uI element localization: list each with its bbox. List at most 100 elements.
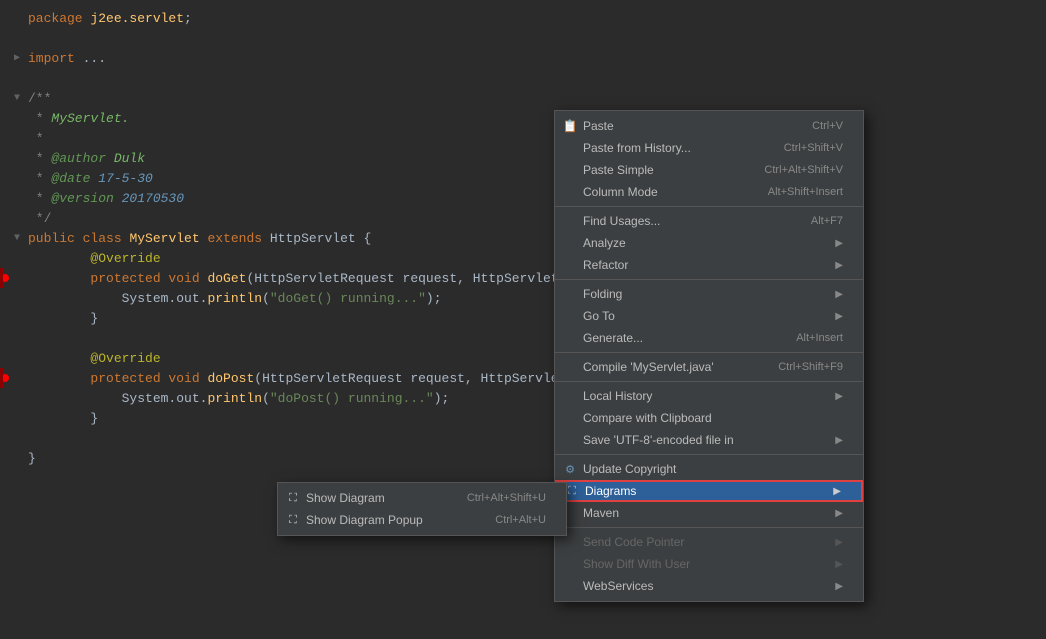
menu-item-paste-history[interactable]: Paste from History... Ctrl+Shift+V — [555, 137, 863, 159]
menu-item-generate-shortcut: Alt+Insert — [796, 332, 843, 344]
menu-item-local-history[interactable]: Local History ▶ — [555, 385, 863, 407]
menu-item-column-mode[interactable]: Column Mode Alt+Shift+Insert — [555, 181, 863, 203]
menu-item-paste-history-shortcut: Ctrl+Shift+V — [784, 142, 843, 154]
menu-item-maven[interactable]: Maven ▶ — [555, 502, 863, 524]
menu-item-refactor[interactable]: Refactor ▶ — [555, 254, 863, 276]
diagrams-submenu: ⛶ Show Diagram Ctrl+Alt+Shift+U ⛶ Show D… — [277, 482, 567, 536]
code-line-12: ▼ public class MyServlet extends HttpSer… — [0, 228, 1046, 248]
submenu-item-show-diagram-label: Show Diagram — [306, 491, 447, 505]
send-code-pointer-arrow: ▶ — [835, 537, 843, 548]
refactor-arrow: ▶ — [835, 260, 843, 271]
submenu-item-show-diagram[interactable]: ⛶ Show Diagram Ctrl+Alt+Shift+U — [278, 487, 566, 509]
menu-item-save-encoded-label: Save 'UTF-8'-encoded file in — [583, 433, 835, 447]
menu-item-save-encoded[interactable]: Save 'UTF-8'-encoded file in ▶ — [555, 429, 863, 451]
submenu-item-show-diagram-popup-label: Show Diagram Popup — [306, 513, 475, 527]
menu-item-paste-simple-label: Paste Simple — [583, 163, 744, 177]
menu-item-refactor-label: Refactor — [583, 258, 835, 272]
separator-1 — [555, 206, 863, 207]
show-diagram-icon: ⛶ — [284, 492, 302, 505]
code-line-21: } — [0, 408, 1046, 428]
fold-icon-class[interactable]: ▼ — [14, 233, 20, 244]
menu-item-show-diff-user: Show Diff With User ▶ — [555, 553, 863, 575]
menu-item-paste-label: Paste — [583, 119, 792, 133]
code-line-4 — [0, 68, 1046, 88]
separator-6 — [555, 527, 863, 528]
folding-arrow: ▶ — [835, 289, 843, 300]
menu-item-update-copyright-label: Update Copyright — [583, 462, 843, 476]
code-line-14: protected void doGet(HttpServletRequest … — [0, 268, 1046, 288]
menu-item-send-code-pointer-label: Send Code Pointer — [583, 535, 835, 549]
menu-item-compare-clipboard-label: Compare with Clipboard — [583, 411, 843, 425]
fold-icon[interactable]: ▶ — [14, 52, 20, 64]
code-line-8: * @author Dulk — [0, 148, 1046, 168]
code-line-1: package j2ee.servlet; — [0, 8, 1046, 28]
copyright-icon: ⚙ — [561, 463, 579, 476]
menu-item-analyze[interactable]: Analyze ▶ — [555, 232, 863, 254]
code-line-17 — [0, 328, 1046, 348]
code-line-20: System.out.println("doPost() running..."… — [0, 388, 1046, 408]
menu-item-maven-label: Maven — [583, 506, 835, 520]
menu-item-folding[interactable]: Folding ▶ — [555, 283, 863, 305]
menu-item-column-mode-label: Column Mode — [583, 185, 748, 199]
breakpoint-stripe-2 — [0, 368, 3, 388]
code-line-5: ▼ /** — [0, 88, 1046, 108]
menu-item-compile-label: Compile 'MyServlet.java' — [583, 360, 758, 374]
code-editor: package j2ee.servlet; ▶ import ... ▼ /**… — [0, 0, 1046, 639]
code-line-11: */ — [0, 208, 1046, 228]
webservices-arrow: ▶ — [835, 581, 843, 592]
menu-item-paste-simple[interactable]: Paste Simple Ctrl+Alt+Shift+V — [555, 159, 863, 181]
menu-item-find-usages-label: Find Usages... — [583, 214, 791, 228]
code-line-3: ▶ import ... — [0, 48, 1046, 68]
code-line-15: System.out.println("doGet() running...")… — [0, 288, 1046, 308]
save-encoded-arrow: ▶ — [835, 435, 843, 446]
menu-item-diagrams-label: Diagrams — [585, 484, 833, 498]
code-line-16: } — [0, 308, 1046, 328]
menu-item-webservices[interactable]: WebServices ▶ — [555, 575, 863, 597]
separator-4 — [555, 381, 863, 382]
menu-item-paste[interactable]: 📋 Paste Ctrl+V — [555, 115, 863, 137]
submenu-item-show-diagram-shortcut: Ctrl+Alt+Shift+U — [467, 492, 546, 504]
code-line-22 — [0, 428, 1046, 448]
code-line-9: * @date 17-5-30 — [0, 168, 1046, 188]
maven-arrow: ▶ — [835, 508, 843, 519]
analyze-arrow: ▶ — [835, 238, 843, 249]
submenu-item-show-diagram-popup-shortcut: Ctrl+Alt+U — [495, 514, 546, 526]
menu-item-compile-shortcut: Ctrl+Shift+F9 — [778, 361, 843, 373]
diagrams-arrow: ▶ — [833, 486, 841, 497]
menu-item-webservices-label: WebServices — [583, 579, 835, 593]
separator-3 — [555, 352, 863, 353]
menu-item-paste-shortcut: Ctrl+V — [812, 120, 843, 132]
code-line-19: protected void doPost(HttpServletRequest… — [0, 368, 1046, 388]
code-line-6: * MyServlet. — [0, 108, 1046, 128]
menu-item-paste-history-label: Paste from History... — [583, 141, 764, 155]
code-line-23: } — [0, 448, 1046, 468]
menu-item-send-code-pointer: Send Code Pointer ▶ — [555, 531, 863, 553]
code-line-13: @Override — [0, 248, 1046, 268]
separator-2 — [555, 279, 863, 280]
breakpoint-stripe — [0, 268, 3, 288]
fold-icon-doc[interactable]: ▼ — [14, 93, 20, 104]
submenu-item-show-diagram-popup[interactable]: ⛶ Show Diagram Popup Ctrl+Alt+U — [278, 509, 566, 531]
separator-5 — [555, 454, 863, 455]
menu-item-folding-label: Folding — [583, 287, 835, 301]
code-line-18: @Override — [0, 348, 1046, 368]
menu-item-update-copyright[interactable]: ⚙ Update Copyright — [555, 458, 863, 480]
menu-item-local-history-label: Local History — [583, 389, 835, 403]
menu-item-find-usages-shortcut: Alt+F7 — [811, 215, 843, 227]
paste-icon: 📋 — [561, 119, 579, 133]
menu-item-generate-label: Generate... — [583, 331, 776, 345]
menu-item-compare-clipboard[interactable]: Compare with Clipboard — [555, 407, 863, 429]
code-line-2 — [0, 28, 1046, 48]
menu-item-go-to[interactable]: Go To ▶ — [555, 305, 863, 327]
menu-item-find-usages[interactable]: Find Usages... Alt+F7 — [555, 210, 863, 232]
menu-item-compile[interactable]: Compile 'MyServlet.java' Ctrl+Shift+F9 — [555, 356, 863, 378]
code-line-10: * @version 20170530 — [0, 188, 1046, 208]
menu-item-analyze-label: Analyze — [583, 236, 835, 250]
menu-item-column-mode-shortcut: Alt+Shift+Insert — [768, 186, 843, 198]
code-line-7: * — [0, 128, 1046, 148]
go-to-arrow: ▶ — [835, 311, 843, 322]
menu-item-diagrams[interactable]: ⛶ Diagrams ▶ — [555, 480, 863, 502]
menu-item-paste-simple-shortcut: Ctrl+Alt+Shift+V — [764, 164, 843, 176]
context-menu: 📋 Paste Ctrl+V Paste from History... Ctr… — [554, 110, 864, 602]
menu-item-generate[interactable]: Generate... Alt+Insert — [555, 327, 863, 349]
